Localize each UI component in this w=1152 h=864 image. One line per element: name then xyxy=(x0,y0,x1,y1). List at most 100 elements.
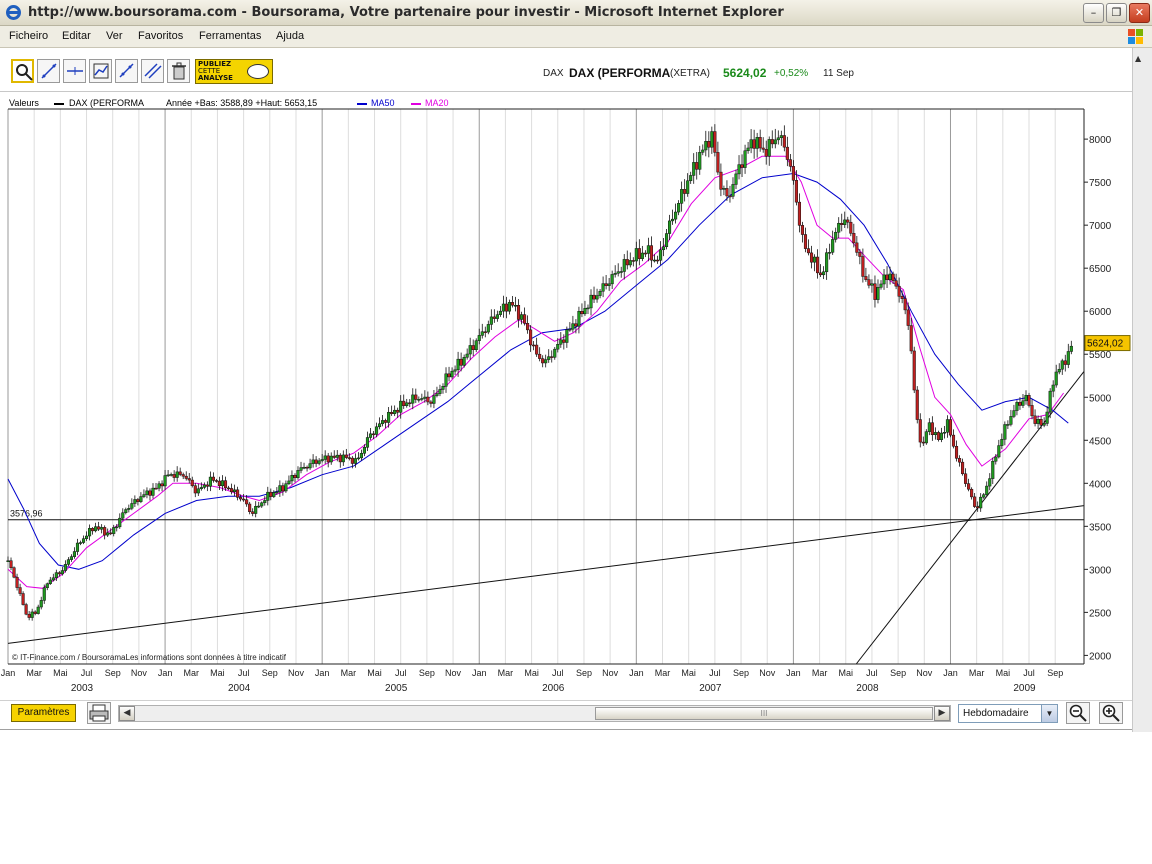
indicator-tool-button[interactable] xyxy=(89,59,112,83)
candle-up xyxy=(519,314,524,320)
candle-up xyxy=(308,463,312,469)
scroll-left-button[interactable]: ◀ xyxy=(119,706,135,721)
x-tick-label: Jan xyxy=(1,668,16,678)
candle-up xyxy=(1006,424,1010,426)
x-tick-label: Sep xyxy=(890,668,906,678)
candle-down xyxy=(214,480,218,482)
x-tick-label: Sep xyxy=(576,668,592,678)
x-year-label: 2007 xyxy=(699,683,722,694)
candle-down xyxy=(27,613,31,618)
candle-down xyxy=(964,473,968,484)
candle-up xyxy=(81,538,86,543)
menu-ajuda[interactable]: Ajuda xyxy=(276,30,304,42)
candle-up xyxy=(704,141,708,151)
x-year-label: 2003 xyxy=(71,683,94,694)
candle-up xyxy=(1048,390,1052,413)
candle-up xyxy=(387,411,391,423)
menu-ficheiro[interactable]: Ficheiro xyxy=(9,30,48,42)
candle-up xyxy=(254,505,258,514)
zoom-tool-button[interactable] xyxy=(11,59,34,83)
parallel-tool-button[interactable] xyxy=(141,59,164,83)
publish-analysis-button[interactable]: PUBLIEZ CETTE ANALYSE xyxy=(195,59,273,84)
x-year-label: 2004 xyxy=(228,683,251,694)
candle-down xyxy=(864,276,868,280)
candle-down xyxy=(973,496,977,507)
candle-down xyxy=(251,511,255,514)
quote-change: +0,52% xyxy=(774,68,809,79)
candle-up xyxy=(287,480,291,484)
candle-down xyxy=(855,242,859,253)
zoom-in-button[interactable] xyxy=(1099,702,1123,724)
candle-down xyxy=(57,572,61,575)
candle-up xyxy=(583,308,587,315)
quote-name: DAX (PERFORMA xyxy=(569,66,671,80)
horizontal-scrollbar[interactable]: ◀ III ▶ xyxy=(118,705,951,722)
candle-up xyxy=(547,356,551,360)
close-button[interactable]: ✕ xyxy=(1129,3,1150,23)
x-tick-label: Jan xyxy=(786,668,801,678)
candle-up xyxy=(1000,439,1004,446)
candle-up xyxy=(1024,395,1028,402)
candle-up xyxy=(272,492,276,497)
candle-up xyxy=(438,389,442,394)
candle-down xyxy=(187,478,191,481)
speech-bubble-icon xyxy=(247,64,269,79)
candle-up xyxy=(353,458,357,464)
candle-up xyxy=(1051,384,1055,392)
restore-button[interactable]: ❐ xyxy=(1106,3,1127,23)
candle-up xyxy=(565,329,569,343)
candle-up xyxy=(828,252,832,254)
candle-up xyxy=(356,457,360,460)
chart-plot-area xyxy=(8,109,1084,664)
candle-down xyxy=(248,503,252,512)
candle-down xyxy=(900,296,904,299)
last-price-label: 5624,02 xyxy=(1087,339,1124,350)
candle-up xyxy=(1060,360,1064,370)
candle-down xyxy=(12,567,16,578)
print-button[interactable] xyxy=(87,702,111,724)
scroll-thumb[interactable]: III xyxy=(595,707,933,720)
delete-drawing-button[interactable] xyxy=(167,59,190,83)
horizontal-line-tool-button[interactable] xyxy=(63,59,86,83)
period-select[interactable]: Hebdomadaire ▼ xyxy=(958,704,1058,723)
x-tick-label: Nov xyxy=(916,668,933,678)
candle-down xyxy=(683,189,687,194)
candle-down xyxy=(160,483,164,487)
candle-down xyxy=(580,311,584,315)
indicator-tool-icon xyxy=(93,63,109,79)
candle-up xyxy=(474,340,478,350)
y-tick-label: 4000 xyxy=(1089,479,1112,490)
windows-logo-icon xyxy=(1128,29,1143,44)
price-chart[interactable]: 3576,96 Jan Mar Mai Jul Sep Nov Jan Mar Mai Jul Se… xyxy=(0,94,1132,699)
channel-tool-button[interactable] xyxy=(115,59,138,83)
trendline-tool-button[interactable] xyxy=(37,59,60,83)
zoom-out-button[interactable] xyxy=(1066,702,1090,724)
candle-down xyxy=(226,487,231,490)
candle-up xyxy=(498,310,502,315)
candle-up xyxy=(296,470,300,478)
parameters-button[interactable]: Paramètres xyxy=(11,704,76,722)
menu-favoritos[interactable]: Favoritos xyxy=(138,30,183,42)
menu-editar[interactable]: Editar xyxy=(62,30,91,42)
vertical-scrollbar[interactable]: ▲ xyxy=(1132,48,1152,732)
x-tick-label: Mar xyxy=(812,668,828,678)
menu-bar: Ficheiro Editar Ver Favoritos Ferramenta… xyxy=(0,26,1152,48)
candle-up xyxy=(411,394,415,404)
candle-down xyxy=(728,195,732,198)
candle-down xyxy=(510,302,515,306)
candle-up xyxy=(945,419,950,433)
x-tick-label: Nov xyxy=(131,668,148,678)
x-tick-label: Nov xyxy=(288,668,305,678)
x-tick-label: Jul xyxy=(238,668,250,678)
candle-down xyxy=(894,280,898,287)
candle-up xyxy=(927,422,931,432)
menu-ferramentas[interactable]: Ferramentas xyxy=(199,30,261,42)
candle-down xyxy=(350,457,354,464)
scroll-right-button[interactable]: ▶ xyxy=(934,706,950,721)
menu-ver[interactable]: Ver xyxy=(106,30,123,42)
x-tick-label: Mai xyxy=(524,668,539,678)
candle-up xyxy=(100,527,104,530)
minimize-button[interactable]: – xyxy=(1083,3,1104,23)
candle-up xyxy=(317,460,321,464)
printer-icon xyxy=(89,704,109,722)
